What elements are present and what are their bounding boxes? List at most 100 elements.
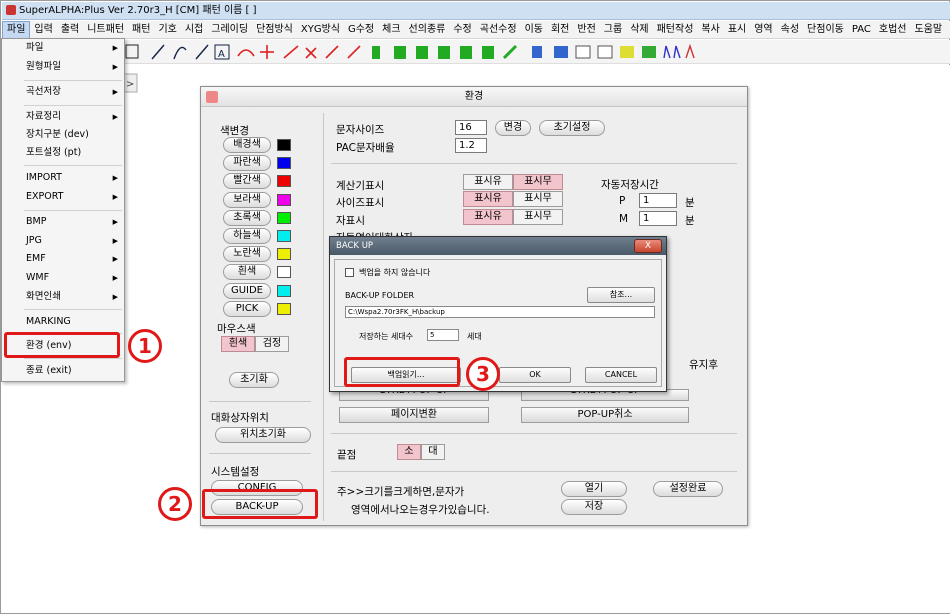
color-button-8[interactable]: GUIDE	[223, 282, 271, 299]
menu-item-bmp[interactable]: BMP ▶	[2, 213, 124, 231]
autosave-m-input[interactable]: 1	[639, 211, 677, 226]
pac-ratio-input[interactable]: 1.2	[455, 138, 487, 153]
submenu-arrow-icon: ▶	[112, 174, 118, 182]
autosave-m-label: M	[619, 213, 629, 225]
menu-item-template-file[interactable]: 원형파일 ▶	[2, 58, 124, 76]
color-button-3[interactable]: 보라색	[223, 191, 271, 208]
menu-item-marking[interactable]: MARKING	[2, 313, 124, 331]
menu-6[interactable]: 시접	[181, 21, 207, 39]
menu-7[interactable]: 그레이딩	[207, 21, 252, 39]
save-button[interactable]: 저장	[561, 499, 627, 515]
note-line-2: 영역에서나오는경우가있습니다.	[351, 504, 490, 516]
submenu-arrow-icon: ▶	[112, 193, 118, 201]
menu-26[interactable]: PAC	[848, 21, 875, 39]
divider	[331, 163, 737, 164]
ruler-show-yes[interactable]: 표시유	[463, 209, 513, 225]
menu-19[interactable]: 삭제	[626, 21, 652, 39]
default-setting-button[interactable]: 초기설정	[539, 120, 605, 136]
settings-done-button[interactable]: 설정완료	[653, 481, 723, 497]
mouse-color-label: 마우스색	[217, 323, 256, 335]
ok-button[interactable]: OK	[499, 367, 571, 383]
menu-item-file[interactable]: 파일 ▶	[2, 39, 124, 57]
menu-item-emf[interactable]: EMF ▶	[2, 250, 124, 268]
callout-number-2: 2	[158, 487, 192, 521]
menu-item-wmf[interactable]: WMF ▶	[2, 269, 124, 287]
autosave-p-input[interactable]: 1	[639, 193, 677, 208]
menu-21[interactable]: 복사	[697, 21, 723, 39]
size-show-no[interactable]: 표시무	[513, 191, 563, 207]
menu-27[interactable]: 호법선	[875, 21, 911, 39]
ruler-show-no[interactable]: 표시무	[513, 209, 563, 225]
no-backup-checkbox[interactable]	[345, 268, 354, 277]
menu-16[interactable]: 회전	[547, 21, 573, 39]
color-button-0[interactable]: 배경색	[223, 137, 271, 153]
color-swatch-3	[277, 193, 291, 206]
menu-14[interactable]: 곡선수정	[476, 21, 521, 39]
menu-22[interactable]: 표시	[724, 21, 750, 39]
color-button-5[interactable]: 하늘색	[223, 228, 271, 244]
popup-cancel-button[interactable]: POP-UP취소	[521, 407, 689, 423]
menu-item-exit[interactable]: 종료 (exit)	[2, 362, 124, 380]
menu-12[interactable]: 선의종류	[405, 21, 450, 39]
color-swatch-7	[277, 266, 291, 279]
menu-1[interactable]: 입력	[30, 21, 56, 39]
reset-button[interactable]: 초기화	[229, 372, 279, 388]
callout-highlight-env	[4, 332, 120, 358]
cancel-button[interactable]: CANCEL	[585, 367, 657, 383]
menu-24[interactable]: 속성	[777, 21, 803, 39]
menu-0[interactable]: 파일	[2, 21, 31, 39]
menu-item-jpg[interactable]: JPG ▶	[2, 232, 124, 250]
backup-folder-input[interactable]: C:\Wspa2.70r3FK_H\backup	[345, 306, 655, 318]
menu-25[interactable]: 단점이동	[803, 21, 848, 39]
menu-28[interactable]: 도움말	[911, 21, 947, 39]
open-button[interactable]: 열기	[561, 481, 627, 497]
menu-5[interactable]: 기호	[154, 21, 180, 39]
close-icon[interactable]: X	[634, 239, 662, 253]
submenu-arrow-icon: ▶	[112, 63, 118, 71]
endpoint-large-toggle[interactable]: 대	[421, 444, 445, 460]
calculator-show-yes[interactable]: 표시유	[463, 174, 513, 190]
color-button-2[interactable]: 빨간색	[223, 173, 271, 190]
menu-item-device[interactable]: 장치구분 (dev)	[2, 126, 124, 144]
change-button[interactable]: 변경	[495, 120, 531, 136]
menu-20[interactable]: 패턴작성	[653, 21, 698, 39]
menu-18[interactable]: 그룹	[600, 21, 626, 39]
color-button-6[interactable]: 노란색	[223, 246, 271, 263]
position-reset-button[interactable]: 위치초기화	[215, 427, 311, 443]
browse-button[interactable]: 참조...	[587, 287, 655, 303]
char-size-input[interactable]: 16	[455, 120, 487, 135]
color-button-4[interactable]: 초록색	[223, 209, 271, 226]
color-button-9[interactable]: PICK	[223, 300, 271, 317]
mouse-color-black-toggle[interactable]: 검정	[255, 336, 289, 352]
menu-item-label: 종료 (exit)	[26, 365, 72, 376]
menu-17[interactable]: 반전	[573, 21, 599, 39]
color-swatch-0	[277, 139, 291, 151]
menu-15[interactable]: 이동	[521, 21, 547, 39]
menu-item-port[interactable]: 포트설정 (pt)	[2, 144, 124, 162]
menu-11[interactable]: 체크	[378, 21, 404, 39]
endpoint-small-toggle[interactable]: 소	[397, 444, 421, 460]
menu-2[interactable]: 출력	[57, 21, 83, 39]
menu-item-import[interactable]: IMPORT ▶	[2, 169, 124, 187]
mouse-color-white-toggle[interactable]: 흰색	[221, 336, 255, 352]
color-button-1[interactable]: 파란색	[223, 155, 271, 172]
size-show-yes[interactable]: 표시유	[463, 191, 513, 207]
page-switch-button[interactable]: 페이지변환	[339, 407, 489, 423]
menu-item-export[interactable]: EXPORT ▶	[2, 188, 124, 206]
menu-item-screen-print[interactable]: 화면인쇄 ▶	[2, 288, 124, 306]
menu-13[interactable]: 수정	[449, 21, 475, 39]
menu-item-curve-save[interactable]: 곡선저장 ▶	[2, 83, 124, 101]
generations-input[interactable]: 5	[427, 329, 459, 341]
menu-item-data-organize[interactable]: 자료정리 ▶	[2, 108, 124, 126]
menu-10[interactable]: G수정	[344, 21, 378, 39]
menu-separator	[24, 80, 122, 81]
env-dialog-title-bar: 환경	[201, 87, 747, 107]
calculator-show-no[interactable]: 표시무	[513, 174, 563, 190]
menu-4[interactable]: 패턴	[128, 21, 154, 39]
toolbar-icons[interactable]: A	[2, 40, 950, 64]
menu-3[interactable]: 니트패턴	[83, 21, 128, 39]
color-button-7[interactable]: 흰색	[223, 264, 271, 281]
menu-23[interactable]: 영역	[750, 21, 776, 39]
menu-9[interactable]: XYG방식	[297, 21, 344, 39]
menu-8[interactable]: 단점방식	[252, 21, 297, 39]
